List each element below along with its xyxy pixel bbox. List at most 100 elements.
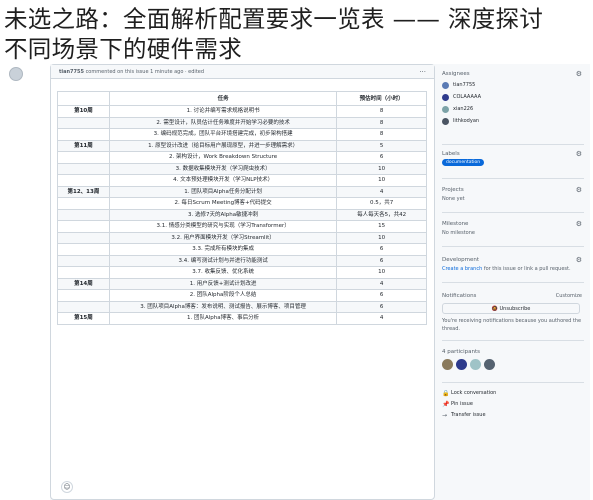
week-cell xyxy=(57,162,110,175)
projects-value: None yet xyxy=(442,196,465,202)
milestone-value: No milestone xyxy=(442,230,475,236)
table-row: 2. 每日Scrum Meeting博客+代码提交 0.5，共7 xyxy=(57,197,427,210)
avatar xyxy=(442,94,449,101)
hours-cell: 8 xyxy=(336,128,427,141)
table-row: 3.7. 收集反馈、优化系统 10 xyxy=(57,266,427,279)
hours-cell: 6 xyxy=(336,254,427,267)
participant-avatars xyxy=(442,357,584,371)
assignee-item[interactable]: tian7755 xyxy=(442,79,584,91)
transfer-issue-action[interactable]: → Transfer issue xyxy=(442,410,584,421)
assignees-section: Assignees ⚙ tian7755 COLAAAAA xian226 li… xyxy=(442,70,584,127)
avatar[interactable] xyxy=(484,359,495,370)
headline-line-1: 未选之路：全面解析配置要求一览表 —— 深度探讨 xyxy=(4,5,544,33)
schedule-table: 任务 预估时间（小时） 第10周 1. 讨论并编写需求规格说明书 8 2. 需型设计，… xyxy=(57,91,427,325)
milestone-section: Milestone ⚙ No milestone xyxy=(442,220,584,238)
table-row: 2. 架构设计，Work Breakdown Structure 6 xyxy=(57,151,427,164)
gear-icon[interactable]: ⚙ xyxy=(576,150,582,159)
create-branch-link[interactable]: Create a branch xyxy=(442,266,482,272)
documentation-label[interactable]: documentation xyxy=(442,159,485,166)
avatar xyxy=(442,118,449,125)
task-cell: 3.2. 用户界面模块开发（学习Streamlit） xyxy=(108,231,338,244)
task-cell: 3. 团队项目Alpha博客：发布说明、测试报告、展示博客、项目管理 xyxy=(108,300,338,313)
week-cell xyxy=(57,151,110,164)
more-options-icon[interactable]: ··· xyxy=(419,65,426,79)
assignee-item[interactable]: lithkodyan xyxy=(442,115,584,127)
comment-author[interactable]: tian7755 xyxy=(59,69,84,75)
headline-line-2: 不同场景下的硬件需求 xyxy=(4,35,242,63)
avatar xyxy=(442,106,449,113)
divider xyxy=(442,282,584,283)
participants-title: 4 participants xyxy=(442,349,480,355)
hours-cell: 6 xyxy=(336,289,427,302)
avatar[interactable] xyxy=(470,359,481,370)
lock-conversation-action[interactable]: 🔒 Lock conversation xyxy=(442,388,584,399)
avatar[interactable] xyxy=(442,359,453,370)
header-task: 任务 xyxy=(108,91,338,106)
milestone-title[interactable]: Milestone xyxy=(442,220,584,229)
table-row: 第10周 1. 讨论并编写需求规格说明书 8 xyxy=(57,105,427,118)
table-row: 2. 需型设计，队员估计任务难度并开始学习必要的技术 8 xyxy=(57,116,427,129)
task-cell: 1. 讨论并编写需求规格说明书 xyxy=(108,105,338,118)
hours-cell: 4 xyxy=(336,277,427,290)
add-reaction-icon[interactable]: ☺ xyxy=(61,481,73,493)
task-cell: 3.4. 编写测试计划与并进行功能测试 xyxy=(108,254,338,267)
table-row: 第15周 1. 团队Alpha博客、事后分析 4 xyxy=(57,312,427,325)
avatar xyxy=(442,82,449,89)
projects-title[interactable]: Projects xyxy=(442,186,584,195)
hours-cell: 6 xyxy=(336,151,427,164)
task-cell: 2. 架构设计，Work Breakdown Structure xyxy=(108,151,338,164)
gear-icon[interactable]: ⚙ xyxy=(576,256,582,265)
divider xyxy=(442,178,584,179)
week-cell xyxy=(57,300,110,313)
week-cell xyxy=(57,289,110,302)
week-cell xyxy=(57,266,110,279)
headline: 未选之路：全面解析配置要求一览表 —— 深度探讨 不同场景下的硬件需求 xyxy=(4,4,589,64)
unsubscribe-button[interactable]: 🔕 Unsubscribe xyxy=(442,303,580,314)
divider xyxy=(442,382,584,383)
table-row: 3.4. 编写测试计划与并进行功能测试 6 xyxy=(57,254,427,267)
hours-cell: 10 xyxy=(336,162,427,175)
gear-icon[interactable]: ⚙ xyxy=(576,220,582,229)
hours-cell: 4 xyxy=(336,185,427,198)
hours-cell: 8 xyxy=(336,105,427,118)
notification-reason: You're receiving notifications because y… xyxy=(442,318,582,332)
issue-comment: tian7755 commented on this issue 1 minut… xyxy=(9,64,435,500)
notifications-section: Notifications Customize 🔕 Unsubscribe Yo… xyxy=(442,292,584,333)
gear-icon[interactable]: ⚙ xyxy=(576,186,582,195)
assignee-item[interactable]: xian226 xyxy=(442,103,584,115)
author-avatar[interactable] xyxy=(9,67,23,81)
hours-cell: 每人每天各5，共42 xyxy=(336,208,427,221)
week-cell xyxy=(57,254,110,267)
week-cell xyxy=(57,243,110,256)
task-cell: 1. 团队项目Alpha任务分配计划 xyxy=(108,185,338,198)
week-cell: 第11周 xyxy=(57,139,110,152)
task-cell: 2. 团队Alpha阶段个人总结 xyxy=(108,289,338,302)
table-row: 第14周 1. 用户反馈+测试计划改进 4 xyxy=(57,277,427,290)
week-cell xyxy=(57,231,110,244)
assignee-item[interactable]: COLAAAAA xyxy=(442,91,584,103)
table-row: 第12、13周 1. 团队项目Alpha任务分配计划 4 xyxy=(57,185,427,198)
pin-icon: 📌 xyxy=(442,401,450,408)
divider xyxy=(442,212,584,213)
pin-issue-action[interactable]: 📌 Pin issue xyxy=(442,399,584,410)
projects-section: Projects ⚙ None yet xyxy=(442,186,584,204)
header-hours: 预估时间（小时） xyxy=(336,91,427,106)
table-row: 3.2. 用户界面模块开发（学习Streamlit） 10 xyxy=(57,231,427,244)
week-cell xyxy=(57,174,110,187)
gear-icon[interactable]: ⚙ xyxy=(576,70,582,79)
development-title[interactable]: Development xyxy=(442,256,584,265)
comment-header: tian7755 commented on this issue 1 minut… xyxy=(51,65,434,79)
avatar[interactable] xyxy=(456,359,467,370)
customize-link[interactable]: Customize xyxy=(556,292,582,301)
assignees-title[interactable]: Assignees xyxy=(442,70,584,79)
task-cell: 1. 团队Alpha博客、事后分析 xyxy=(108,312,338,325)
hours-cell: 6 xyxy=(336,243,427,256)
task-cell: 2. 需型设计，队员估计任务难度并开始学习必要的技术 xyxy=(108,116,338,129)
task-cell: 3. 数据收集模块开发（学习爬虫技术） xyxy=(108,162,338,175)
table-row: 4. 文本预处理模块开发（学习NLP技术） 10 xyxy=(57,174,427,187)
labels-title[interactable]: Labels xyxy=(442,150,584,159)
hours-cell: 8 xyxy=(336,116,427,129)
issue-actions: 🔒 Lock conversation 📌 Pin issue → Transfer … xyxy=(442,388,584,421)
development-text: Create a branch for this issue or link a… xyxy=(442,266,571,272)
table-row: 3. 团队项目Alpha博客：发布说明、测试报告、展示博客、项目管理 6 xyxy=(57,300,427,313)
